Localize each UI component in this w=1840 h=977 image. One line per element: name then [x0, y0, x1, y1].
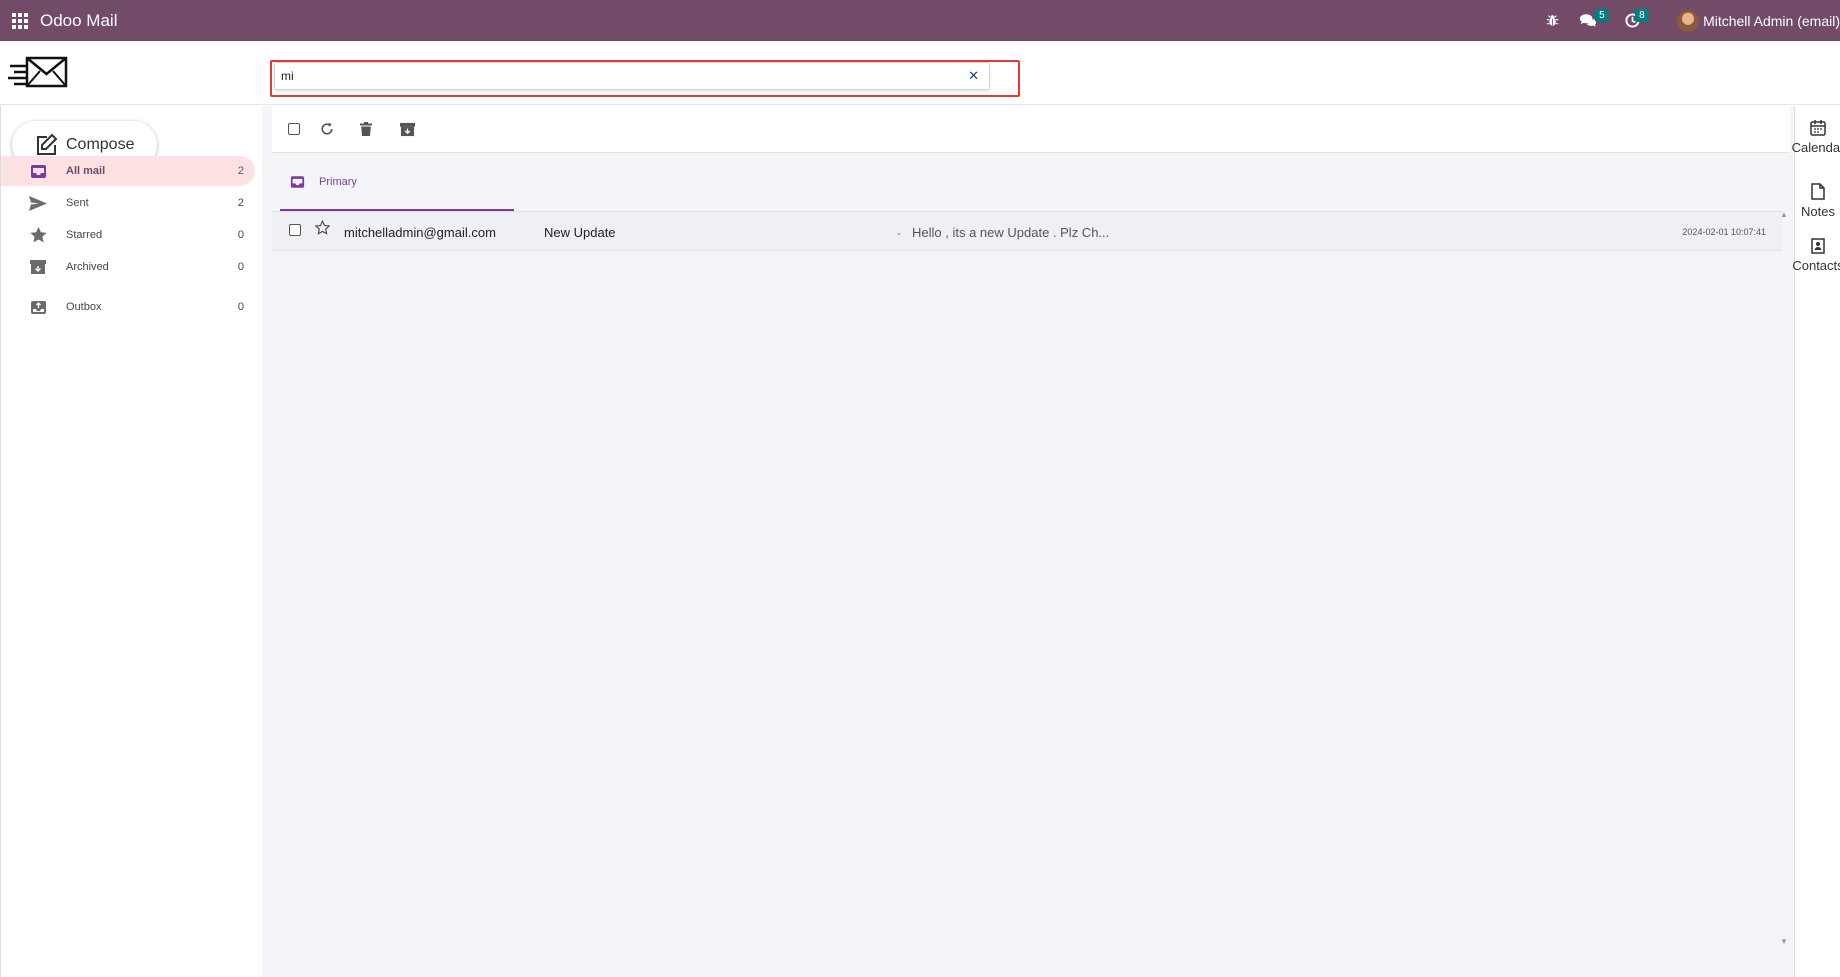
calendar-icon [1810, 120, 1826, 136]
mail-date: 2024-02-01 10:07:41 [1682, 227, 1766, 237]
mail-row[interactable]: mitchelladmin@gmail.com New Update - Hel… [272, 211, 1782, 251]
sidebar-item-sent[interactable]: Sent 2 [1, 188, 255, 218]
activity-count-badge: 8 [1635, 9, 1649, 22]
trash-icon[interactable] [360, 122, 372, 136]
sidebar-item-archived[interactable]: Archived 0 [1, 252, 255, 282]
search-bar[interactable]: ✕ [274, 62, 990, 90]
compose-pencil-icon [37, 133, 58, 155]
folder-count: 2 [237, 197, 244, 209]
refresh-icon[interactable] [320, 122, 334, 136]
archive-icon[interactable] [400, 122, 415, 137]
folder-label: Starred [66, 229, 103, 241]
mail-toolbar [272, 106, 1790, 153]
user-menu[interactable]: Mitchell Admin (email) [1677, 9, 1840, 32]
tab-label: Primary [319, 175, 357, 188]
star-icon [28, 227, 48, 243]
mail-separator: - [897, 226, 901, 240]
debug-bug-icon[interactable] [1535, 0, 1569, 41]
mail-list-area: Primary mitchelladmin@gmail.com New Upda… [262, 106, 1796, 977]
inbox-icon [290, 175, 305, 189]
inbox-icon [28, 164, 48, 179]
search-input[interactable] [281, 66, 941, 86]
folder-count: 0 [237, 261, 244, 273]
avatar [1677, 9, 1700, 32]
mail-sender: mitchelladmin@gmail.com [344, 225, 496, 240]
star-outline-icon[interactable] [314, 219, 331, 240]
mail-preview: Hello , its a new Update . Plz Ch... [912, 225, 1110, 240]
folder-label: Sent [66, 197, 89, 209]
rb-label: Notes [1801, 204, 1835, 219]
apps-menu-icon[interactable] [0, 0, 40, 41]
calendar-shortcut[interactable]: Calendar [1791, 120, 1840, 155]
clear-search-icon[interactable]: ✕ [968, 68, 979, 84]
scroll-down-arrow[interactable]: ▼ [1780, 937, 1788, 946]
send-icon [28, 195, 48, 211]
app-title[interactable]: Odoo Mail [40, 11, 117, 31]
chat-messages-icon[interactable]: 5 [1569, 0, 1615, 41]
folder-label: Archived [66, 261, 109, 273]
chat-count-badge: 5 [1595, 9, 1609, 22]
mail-subject: New Update [544, 225, 616, 240]
sidebar-item-outbox[interactable]: Outbox 0 [1, 292, 255, 322]
folder-count: 2 [237, 165, 244, 177]
contact-icon [1811, 238, 1825, 254]
archive-icon [28, 259, 48, 275]
top-navbar: Odoo Mail 5 8 Mitchell Admin (email) [0, 0, 1840, 41]
right-side-panel: Calendar Notes Contacts [1791, 106, 1840, 977]
select-all-checkbox[interactable] [288, 123, 300, 135]
mail-tabs: Primary [272, 154, 1790, 214]
navbar-right: 5 8 Mitchell Admin (email) [1535, 0, 1840, 41]
activity-clock-icon[interactable]: 8 [1615, 0, 1659, 41]
scroll-up-arrow[interactable]: ▲ [1780, 210, 1788, 219]
notes-shortcut[interactable]: Notes [1795, 183, 1840, 219]
folder-label: All mail [66, 165, 106, 177]
mail-logo-icon [8, 55, 68, 94]
sidebar: Compose All mail 2 Sent 2 Starred 0 Arch… [0, 106, 262, 977]
note-icon [1811, 183, 1825, 200]
folder-count: 0 [237, 301, 244, 313]
folder-count: 0 [237, 229, 244, 241]
sidebar-item-starred[interactable]: Starred 0 [1, 220, 255, 250]
compose-label: Compose [66, 136, 135, 153]
rb-label: Calendar [1791, 140, 1840, 155]
outbox-icon [28, 300, 48, 315]
folder-label: Outbox [66, 301, 102, 313]
mail-row-checkbox[interactable] [289, 224, 301, 236]
contacts-shortcut[interactable]: Contacts [1792, 238, 1840, 273]
user-name: Mitchell Admin (email) [1703, 12, 1840, 29]
sidebar-item-all-mail[interactable]: All mail 2 [1, 156, 255, 186]
rb-label: Contacts [1792, 258, 1840, 273]
tab-primary[interactable]: Primary [280, 154, 514, 212]
